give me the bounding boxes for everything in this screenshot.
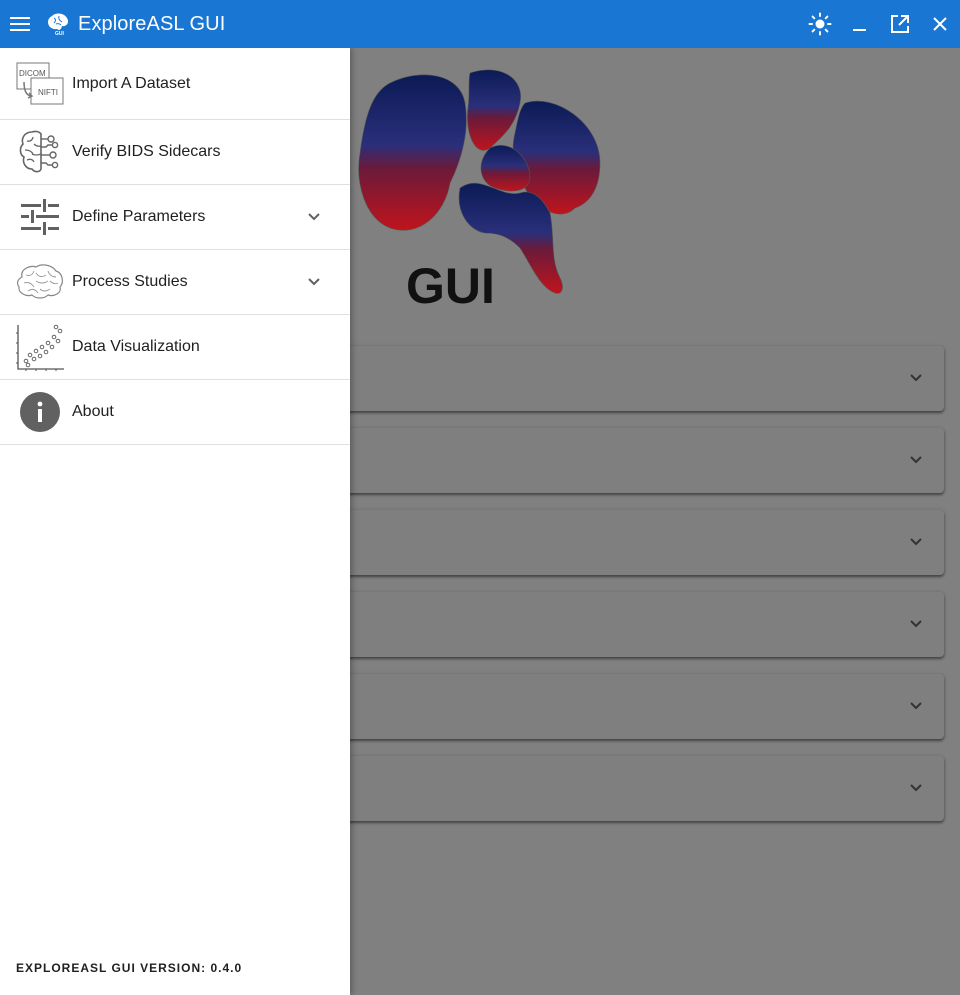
chevron-down-icon bbox=[910, 702, 922, 710]
chevron-down-icon bbox=[910, 538, 922, 546]
chevron-down-icon bbox=[910, 784, 922, 792]
nav-item-process-studies[interactable]: Process Studies bbox=[0, 250, 350, 315]
nav-item-import-dataset[interactable]: DICOM NIFTI Import A Dataset bbox=[0, 48, 350, 120]
nav-item-label: About bbox=[72, 403, 114, 420]
svg-text:GUI: GUI bbox=[55, 31, 65, 36]
nav-item-verify-bids[interactable]: Verify BIDS Sidecars bbox=[0, 120, 350, 185]
minimize-icon bbox=[853, 29, 866, 31]
nav-item-label: Import A Dataset bbox=[72, 74, 191, 92]
app-title: ExploreASL GUI bbox=[78, 12, 226, 35]
chevron-down-icon bbox=[910, 620, 922, 628]
version-label: EXPLOREASL GUI VERSION: 0.4.0 bbox=[16, 961, 243, 975]
brain-logo-icon: GUI bbox=[46, 11, 72, 37]
minimize-button[interactable] bbox=[840, 0, 880, 48]
nav-item-data-visualization[interactable]: Data Visualization bbox=[0, 315, 350, 380]
chevron-down-icon[interactable] bbox=[304, 207, 324, 227]
nav-item-label: Define Parameters bbox=[72, 208, 206, 225]
logo-text: GUI bbox=[406, 258, 495, 313]
nav-item-label: Verify BIDS Sidecars bbox=[72, 143, 221, 160]
theme-toggle-button[interactable] bbox=[800, 0, 840, 48]
nav-item-define-parameters[interactable]: Define Parameters bbox=[0, 185, 350, 250]
menu-button[interactable] bbox=[0, 0, 40, 48]
open-in-new-icon bbox=[891, 15, 909, 33]
brain-icon bbox=[16, 258, 64, 306]
chevron-down-icon[interactable] bbox=[304, 272, 324, 292]
popout-button[interactable] bbox=[880, 0, 920, 48]
svg-text:NIFTI: NIFTI bbox=[38, 88, 58, 97]
close-icon bbox=[933, 17, 947, 31]
sun-icon bbox=[808, 12, 832, 36]
svg-text:DICOM: DICOM bbox=[19, 69, 46, 78]
brain-circuit-icon bbox=[16, 128, 64, 176]
chevron-down-icon bbox=[910, 374, 922, 382]
menu-icon bbox=[10, 17, 30, 31]
chevron-down-icon bbox=[910, 456, 922, 464]
dicom-nifti-icon: DICOM NIFTI bbox=[16, 60, 64, 108]
navigation-drawer: DICOM NIFTI Import A Dataset Verify BIDS… bbox=[0, 48, 350, 995]
info-icon bbox=[16, 388, 64, 436]
nav-item-about[interactable]: About bbox=[0, 380, 350, 445]
nav-item-label: Process Studies bbox=[72, 273, 188, 290]
explore-asl-logo: GUI bbox=[350, 63, 610, 314]
nav-item-label: Data Visualization bbox=[72, 338, 200, 355]
app-bar: GUI ExploreASL GUI bbox=[0, 0, 960, 48]
close-button[interactable] bbox=[920, 0, 960, 48]
scatter-plot-icon bbox=[16, 323, 64, 371]
tune-icon bbox=[16, 193, 64, 241]
